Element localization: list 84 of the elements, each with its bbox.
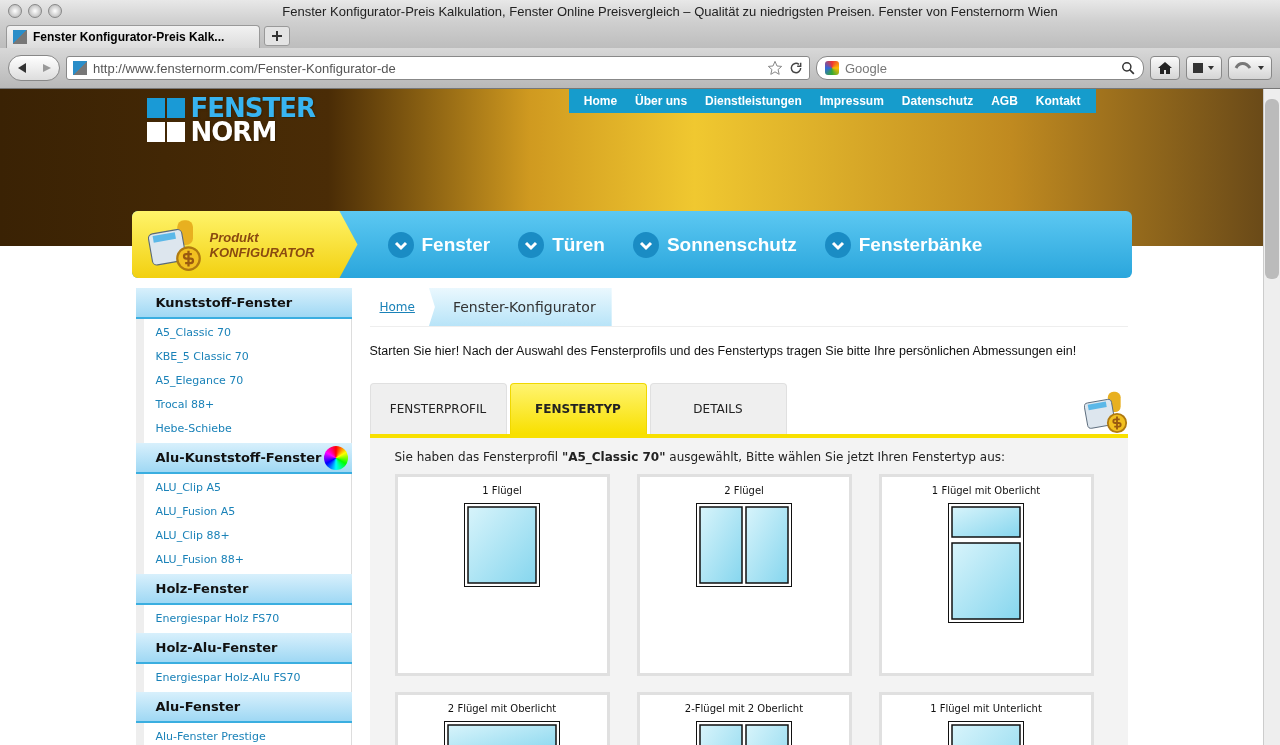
sidebar-link[interactable]: A5_Classic 70 <box>143 321 351 345</box>
top-nav-link[interactable]: Über uns <box>626 94 697 108</box>
main-menu-item[interactable]: Sonnenschutz <box>632 231 797 258</box>
window-type-card[interactable]: 2-Flügel mit 2 Oberlicht <box>636 692 852 745</box>
window-type-label: 2 Flügel <box>724 485 764 496</box>
configurator-label: KONFIGURATOR <box>209 244 315 260</box>
site-favicon-icon <box>73 61 87 75</box>
calculator-coins-icon <box>147 217 202 272</box>
close-window-button[interactable] <box>8 4 22 18</box>
sidebar-link[interactable]: ALU_Fusion 88+ <box>143 548 351 572</box>
top-nav-link[interactable]: Home <box>574 94 627 108</box>
top-nav-link[interactable]: Kontakt <box>1026 94 1090 108</box>
window-type-label: 1 Flügel mit Oberlicht <box>931 485 1041 496</box>
scrollbar-thumb[interactable] <box>1265 99 1279 279</box>
logo-text: FENSTER <box>190 96 316 120</box>
top-nav-link[interactable]: AGB <box>982 94 1027 108</box>
main-menu-item[interactable]: Fenster <box>387 231 491 258</box>
sidebar-title: Holz-Alu-Fenster <box>155 640 278 655</box>
plus-icon <box>271 30 283 42</box>
window-type-card[interactable]: 1 Flügel mit Oberlicht <box>878 474 1094 676</box>
window-type-card[interactable]: 1 Flügel mit Unterlicht <box>878 692 1094 745</box>
logo-squares-icon <box>146 122 187 142</box>
main-menu-item[interactable]: Fensterbänke <box>824 231 983 258</box>
search-engine-icon[interactable] <box>825 61 839 75</box>
chevron-down-icon <box>518 231 545 258</box>
chevron-down-icon <box>632 231 659 258</box>
browser-tab[interactable]: Fenster Konfigurator-Preis Kalk... <box>6 25 260 48</box>
step-tab[interactable]: DETAILS <box>649 383 787 434</box>
star-icon[interactable] <box>767 60 783 76</box>
sidebar-link[interactable]: A5_Elegance 70 <box>143 369 351 393</box>
home-icon <box>1157 61 1173 75</box>
forward-arrow-icon <box>41 62 53 74</box>
sidebar-link[interactable]: ALU_Clip A5 <box>143 476 351 500</box>
step-tab[interactable]: FENSTERPROFIL <box>369 383 507 434</box>
window-type-card[interactable]: 1 Flügel <box>394 474 610 676</box>
top-nav-link[interactable]: Impressum <box>810 94 893 108</box>
addon-button[interactable] <box>1228 56 1272 80</box>
sidebar-link[interactable]: Hebe-Schiebe <box>143 417 351 441</box>
chevron-down-icon <box>824 231 851 258</box>
intro-text: Starten Sie hier! Nach der Auswahl des Fensterprofils und des Fenstertyps tragen Sie bitte Ihre persönlichen Abmessungen ein! <box>369 343 1077 359</box>
sidebar-link[interactable]: ALU_Clip 88+ <box>143 524 351 548</box>
main-menu-item[interactable]: Türen <box>518 231 605 258</box>
reload-icon[interactable] <box>789 61 803 75</box>
calculator-coins-icon <box>1083 390 1128 434</box>
sidebar-title: Kunststoff-Fenster <box>155 295 293 310</box>
top-nav-link[interactable]: Datenschutz <box>892 94 983 108</box>
bookmark-dropdown-icon <box>1192 62 1216 74</box>
new-tab-button[interactable] <box>264 26 290 46</box>
search-icon[interactable] <box>1121 61 1135 75</box>
sidebar-title: Alu-Fenster <box>155 699 241 714</box>
minimize-window-button[interactable] <box>28 4 42 18</box>
window-type-label: 2 Flügel mit Oberlicht <box>447 703 557 714</box>
window-type-label: 1 Flügel mit Unterlicht <box>930 703 1042 714</box>
top-nav-link[interactable]: Dienstleistungen <box>696 94 811 108</box>
back-forward-buttons[interactable] <box>8 55 60 81</box>
sidebar-link[interactable]: ALU_Fusion A5 <box>143 500 351 524</box>
logo-text: NORM <box>190 120 277 144</box>
window-type-card[interactable]: 2 Flügel <box>636 474 852 676</box>
window-title: Fenster Konfigurator-Preis Kalkulation, Fenster Online Preisvergleich – Qualität zu niedrigsten Preisen. Fenster von Fensternorm Wien <box>281 3 1059 19</box>
site-favicon-icon <box>13 30 27 44</box>
search-field[interactable]: Google <box>816 56 1144 80</box>
breadcrumb-home-link[interactable]: Home <box>369 300 429 314</box>
sidebar-link[interactable]: Trocal 88+ <box>143 393 351 417</box>
sidebar-link[interactable]: Energiespar Holz FS70 <box>143 607 351 631</box>
sidebar-link[interactable]: Energiespar Holz-Alu FS70 <box>143 666 351 690</box>
window-type-label: 1 Flügel <box>482 485 522 496</box>
sidebar-title: Holz-Fenster <box>155 581 249 596</box>
address-field[interactable]: http://www.fensternorm.com/Fenster-Konfigurator-de <box>66 56 810 80</box>
bookmarks-button[interactable] <box>1186 56 1222 80</box>
scrollbar[interactable] <box>1263 89 1280 745</box>
window-type-card[interactable]: 2 Flügel mit Oberlicht <box>394 692 610 745</box>
configurator-button[interactable]: Produkt KONFIGURATOR <box>131 211 358 278</box>
window-type-label: 2-Flügel mit 2 Oberlicht <box>684 703 804 714</box>
zoom-window-button[interactable] <box>48 4 62 18</box>
step-tab[interactable]: FENSTERTYP <box>509 383 647 434</box>
logo-squares-icon <box>146 98 187 118</box>
home-button[interactable] <box>1150 56 1180 80</box>
sidebar-title: Alu-Kunststoff-Fenster <box>155 450 322 465</box>
prompt-text: Sie haben das Fensterprofil "A5_Classic 70" ausgewählt, Bitte wählen Sie jetzt Ihren Fenstertyp aus: <box>394 450 1007 464</box>
configurator-label: Produkt <box>209 229 260 245</box>
sidebar-link[interactable]: KBE_5 Classic 70 <box>143 345 351 369</box>
sidebar-link[interactable]: Alu-Fenster Prestige <box>143 725 351 745</box>
breadcrumb-current: Fenster-Konfigurator <box>428 288 612 326</box>
chevron-down-icon <box>387 231 414 258</box>
